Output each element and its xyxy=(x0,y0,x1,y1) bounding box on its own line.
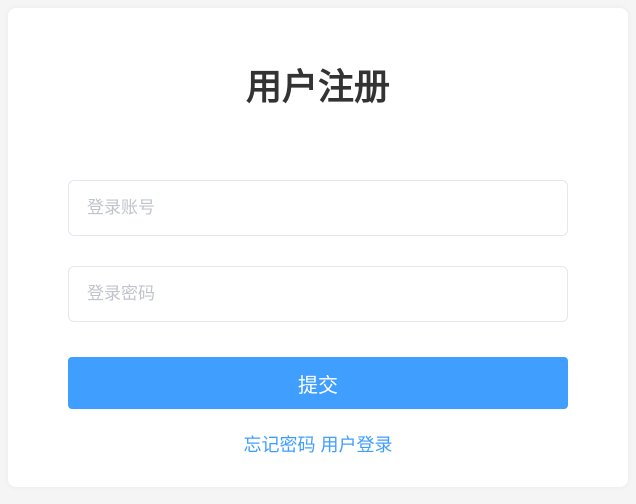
password-input[interactable] xyxy=(68,266,568,322)
account-input[interactable] xyxy=(68,180,568,236)
forgot-password-link[interactable]: 忘记密码 xyxy=(243,435,315,455)
register-card: 用户注册 提交 忘记密码 用户登录 xyxy=(8,8,628,487)
login-link[interactable]: 用户登录 xyxy=(321,435,393,455)
account-field-group xyxy=(68,180,568,236)
password-field-group xyxy=(68,266,568,322)
footer-links: 忘记密码 用户登录 xyxy=(68,431,568,457)
page-title: 用户注册 xyxy=(68,58,568,110)
submit-button[interactable]: 提交 xyxy=(68,357,568,409)
